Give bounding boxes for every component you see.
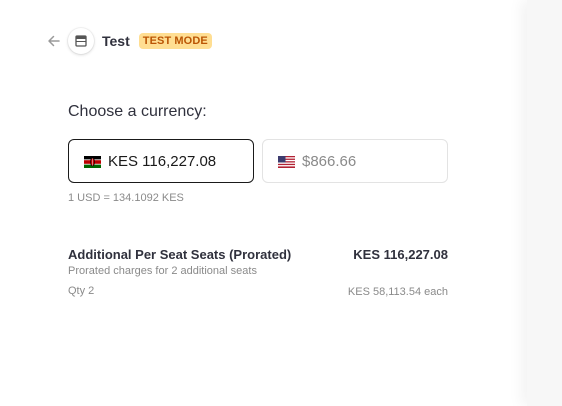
checkout-page: Test TEST MODE Choose a currency: KES 11… xyxy=(0,0,562,406)
store-icon xyxy=(68,28,94,54)
exchange-rate: 1 USD = 134.1092 KES xyxy=(68,192,184,204)
line-item-description: Prorated charges for 2 additional seats xyxy=(68,265,257,277)
line-item-total: KES 116,227.08 xyxy=(353,247,448,262)
currency-amount-usd: $866.66 xyxy=(302,152,357,170)
arrow-left-icon[interactable] xyxy=(46,33,62,49)
test-mode-badge: TEST MODE xyxy=(138,33,212,49)
payment-panel-edge xyxy=(527,0,562,406)
currency-amount-kes: KES 116,227.08 xyxy=(108,152,217,170)
line-item-unit-price: KES 58,113.54 each xyxy=(347,286,448,298)
us-flag-icon xyxy=(278,155,295,168)
currency-option-kes[interactable]: KES 116,227.08 xyxy=(68,139,254,183)
currency-option-usd[interactable]: $866.66 xyxy=(262,139,448,183)
checkout-header: Test TEST MODE xyxy=(46,28,212,54)
line-item-quantity: Qty 2 xyxy=(68,285,95,297)
currency-heading: Choose a currency: xyxy=(68,103,207,120)
merchant-name: Test xyxy=(102,33,130,49)
kenya-flag-icon xyxy=(84,155,101,168)
line-item-name: Additional Per Seat Seats (Prorated) xyxy=(68,247,292,262)
